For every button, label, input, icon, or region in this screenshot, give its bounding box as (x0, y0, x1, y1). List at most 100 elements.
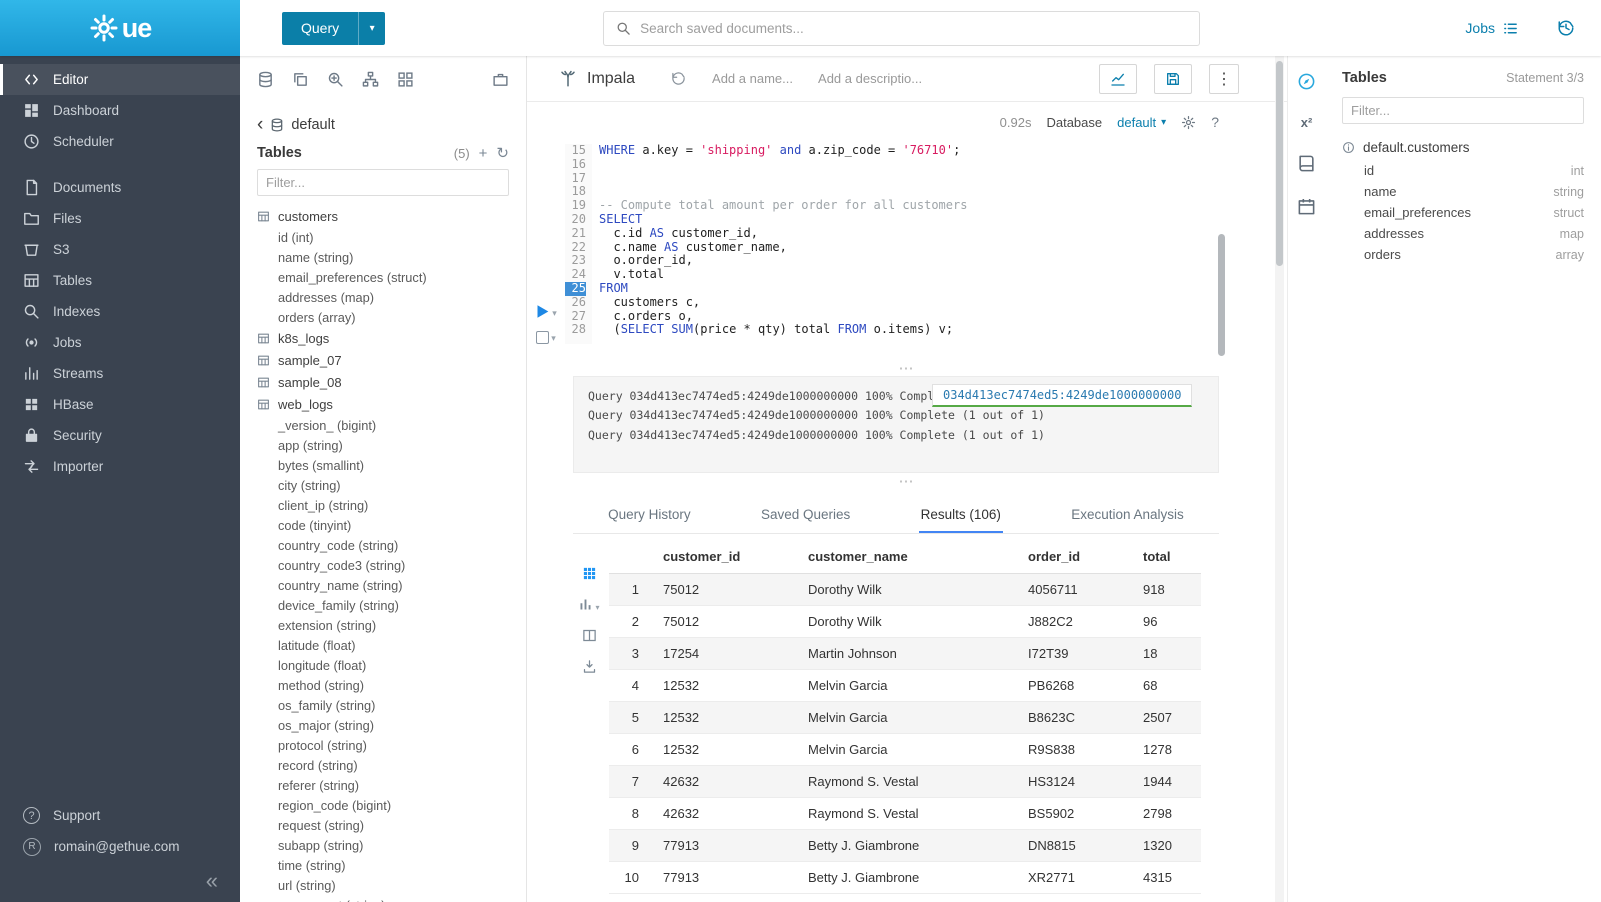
assist-column[interactable]: device_family (string) (257, 595, 526, 615)
sitemap-icon[interactable] (362, 71, 379, 88)
assist-column[interactable]: user_agent (string) (257, 895, 526, 902)
execute-options-caret-icon[interactable]: ▾ (552, 308, 557, 319)
right-assist-column[interactable]: idint (1342, 160, 1584, 181)
scrollbar-thumb[interactable] (1276, 61, 1283, 266)
assist-column[interactable]: email_preferences (struct) (257, 267, 526, 287)
query-description-input[interactable] (818, 71, 938, 86)
assist-filter-input[interactable] (257, 169, 509, 196)
hue-logo[interactable]: ue (0, 0, 240, 56)
page-scrollbar[interactable] (1275, 56, 1284, 902)
query-id-popover[interactable]: 034d413ec7474ed5:4249de1000000000 (932, 384, 1192, 407)
sidebar-user[interactable]: R romain@gethue.com (0, 831, 240, 862)
database-icon[interactable] (257, 71, 274, 88)
assist-column[interactable]: id (int) (257, 227, 526, 247)
sidebar-item-scheduler[interactable]: Scheduler (0, 126, 240, 157)
sidebar-item-dashboard[interactable]: Dashboard (0, 95, 240, 126)
right-assist-filter-input[interactable] (1342, 97, 1584, 124)
table-row[interactable]: 412532Melvin GarciaPB626868 (609, 670, 1201, 702)
sql-code[interactable]: WHERE a.key = 'shipping' and a.zip_code … (592, 144, 1287, 344)
table-row[interactable]: 275012Dorothy WilkJ882C296 (609, 606, 1201, 638)
tab-execution-analysis[interactable]: Execution Analysis (1069, 497, 1186, 533)
tab-results-106-[interactable]: Results (106) (919, 497, 1003, 533)
assist-column[interactable]: longitude (float) (257, 655, 526, 675)
sidebar-item-security[interactable]: Security (0, 420, 240, 451)
chart-view-icon[interactable]: ▾ (578, 597, 599, 612)
table-row[interactable]: 317254Martin JohnsonI72T3918 (609, 638, 1201, 670)
grid-view-icon[interactable] (582, 566, 597, 581)
functions-icon[interactable]: x² (1301, 115, 1313, 130)
sidebar-collapse-button[interactable]: « (206, 868, 218, 893)
columns-icon[interactable] (582, 628, 597, 643)
table-row[interactable]: 612532Melvin GarciaR9S8381278 (609, 734, 1201, 766)
refresh-icon[interactable]: ↻ (496, 146, 509, 161)
help-icon[interactable]: ? (1211, 114, 1219, 130)
right-assist-column[interactable]: ordersarray (1342, 244, 1584, 265)
assist-table-sample_08[interactable]: sample_08 (257, 371, 526, 393)
assist-column[interactable]: referer (string) (257, 775, 526, 795)
sidebar-item-indexes[interactable]: Indexes (0, 296, 240, 327)
tab-saved-queries[interactable]: Saved Queries (759, 497, 852, 533)
assist-table-web_logs[interactable]: web_logs (257, 393, 526, 415)
resize-handle[interactable]: ⋯ (527, 473, 1287, 489)
new-query-dropdown-caret[interactable]: ▾ (358, 12, 385, 45)
assist-column[interactable]: os_family (string) (257, 695, 526, 715)
assist-column[interactable]: region_code (bigint) (257, 795, 526, 815)
search-plus-icon[interactable] (327, 71, 344, 88)
database-selector[interactable]: default ▾ (1117, 115, 1166, 130)
assist-column[interactable]: city (string) (257, 475, 526, 495)
new-query-button[interactable]: Query (282, 12, 358, 45)
resize-handle[interactable]: ⋯ (527, 360, 1287, 376)
assist-column[interactable]: url (string) (257, 875, 526, 895)
assist-column[interactable]: extension (string) (257, 615, 526, 635)
sidebar-item-importer[interactable]: Importer (0, 451, 240, 482)
chart-button[interactable] (1099, 64, 1137, 94)
right-assist-column[interactable]: addressesmap (1342, 223, 1584, 244)
table-row[interactable]: 175012Dorothy Wilk4056711918 (609, 574, 1201, 606)
settings-gear-icon[interactable] (1181, 115, 1196, 130)
back-chevron-icon[interactable]: ‹ (257, 115, 263, 134)
save-button[interactable] (1154, 64, 1192, 94)
snippet-history-icon[interactable] (671, 71, 686, 86)
assist-column[interactable]: bytes (smallint) (257, 455, 526, 475)
editor-scrollbar[interactable] (1218, 234, 1225, 356)
assist-column[interactable]: app (string) (257, 435, 526, 455)
briefcase-icon[interactable] (492, 71, 509, 88)
assist-table-k8s_logs[interactable]: k8s_logs (257, 327, 526, 349)
query-history-icon[interactable] (1557, 19, 1575, 37)
language-reference-icon[interactable] (1297, 154, 1316, 173)
query-name-input[interactable] (712, 71, 808, 86)
sidebar-item-files[interactable]: Files (0, 203, 240, 234)
assist-column[interactable]: client_ip (string) (257, 495, 526, 515)
table-row[interactable]: 842632Raymond S. VestalBS59022798 (609, 798, 1201, 830)
global-search-input[interactable] (640, 21, 1187, 36)
sidebar-item-documents[interactable]: Documents (0, 172, 240, 203)
assist-column[interactable]: request (string) (257, 815, 526, 835)
add-icon[interactable]: + (479, 146, 488, 161)
code-editor[interactable]: ▾ ▾ 1516171819202122232425262728 WHERE a… (527, 136, 1287, 360)
assist-column[interactable]: time (string) (257, 855, 526, 875)
assist-table-sample_07[interactable]: sample_07 (257, 349, 526, 371)
assist-column[interactable]: _version_ (bigint) (257, 415, 526, 435)
table-row[interactable]: 512532Melvin GarciaB8623C2507 (609, 702, 1201, 734)
assist-column[interactable]: record (string) (257, 755, 526, 775)
table-row[interactable]: 977913Betty J. GiambroneDN88151320 (609, 830, 1201, 862)
assist-table-customers[interactable]: customers (257, 205, 526, 227)
download-icon[interactable] (582, 659, 597, 674)
sidebar-item-s3[interactable]: S3 (0, 234, 240, 265)
more-actions-button[interactable]: ⋮ (1209, 64, 1239, 94)
documents-copy-icon[interactable] (292, 71, 309, 88)
right-assist-column[interactable]: namestring (1342, 181, 1584, 202)
assist-column[interactable]: code (tinyint) (257, 515, 526, 535)
assist-column[interactable]: country_code (string) (257, 535, 526, 555)
table-row[interactable]: 742632Raymond S. VestalHS31241944 (609, 766, 1201, 798)
assist-column[interactable]: country_code3 (string) (257, 555, 526, 575)
assist-column[interactable]: method (string) (257, 675, 526, 695)
sidebar-item-support[interactable]: ? Support (0, 800, 240, 831)
assist-column[interactable]: latitude (float) (257, 635, 526, 655)
sidebar-item-streams[interactable]: Streams (0, 358, 240, 389)
right-assist-column[interactable]: email_preferencesstruct (1342, 202, 1584, 223)
sidebar-item-jobs[interactable]: Jobs (0, 327, 240, 358)
tab-query-history[interactable]: Query History (606, 497, 693, 533)
assistant-compass-icon[interactable] (1297, 72, 1316, 91)
assist-column[interactable]: name (string) (257, 247, 526, 267)
